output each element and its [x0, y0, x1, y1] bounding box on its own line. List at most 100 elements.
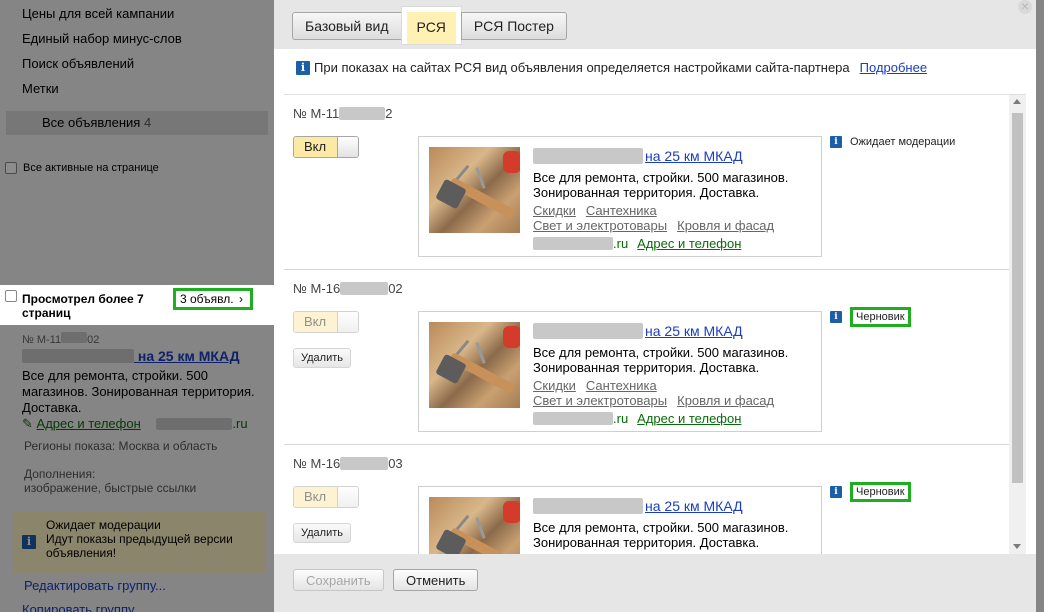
ad-group-row: Просмотрел более 7 страниц 3 объявл. ›	[0, 285, 274, 325]
status-badge: Черновик	[850, 307, 911, 327]
bg-ad-title[interactable]: на 25 км МКАД	[22, 348, 240, 364]
copy-group-link[interactable]: Копировать группу	[22, 602, 135, 612]
menu-item-tags[interactable]: Метки	[22, 81, 59, 96]
ad-toggle[interactable]: Вкл	[293, 311, 359, 333]
ad-number-suffix: 2	[385, 106, 393, 121]
toggle-knob	[337, 137, 358, 157]
bg-address-link[interactable]: Адрес и телефон	[37, 416, 141, 431]
tab-basic-view[interactable]: Базовый вид	[292, 12, 402, 40]
toggle-label: Вкл	[294, 312, 337, 332]
all-active-checkbox[interactable]	[5, 162, 17, 174]
scroll-up-arrow-icon[interactable]	[1013, 99, 1021, 104]
tab-rsya-poster[interactable]: РСЯ Постер	[460, 12, 567, 40]
ad-status: i Ожидает модерации	[830, 136, 955, 148]
bg-extras-label: Дополнения:	[24, 467, 96, 481]
toggle-label: Вкл	[294, 137, 337, 157]
ad-preview-card: на 25 км МКАД Все для ремонта, стройки. …	[418, 136, 822, 257]
ad-title-redacted	[533, 148, 643, 164]
ad-title[interactable]: на 25 км МКАД	[533, 148, 743, 164]
bg-moderation-title: Ожидает модерации	[46, 518, 161, 532]
save-button[interactable]: Сохранить	[293, 569, 384, 591]
ad-number: № M-11 2	[293, 106, 392, 121]
info-text: При показах на сайтах РСЯ вид объявления…	[314, 60, 850, 75]
domain-redacted	[533, 237, 613, 250]
scroll-down-arrow-icon[interactable]	[1013, 544, 1021, 549]
sitelink[interactable]: Скидки	[533, 203, 576, 218]
scroll-thumb[interactable]	[1012, 113, 1023, 483]
chevron-right-icon: ›	[238, 292, 243, 306]
tab-rsya[interactable]: РСЯ	[401, 7, 461, 44]
bg-ad-title-text: на 25 км МКАД	[137, 348, 240, 364]
ad-toggle[interactable]: Вкл	[293, 136, 359, 158]
info-icon: i	[830, 136, 842, 148]
delete-button[interactable]: Удалить	[293, 523, 351, 543]
ad-title[interactable]: на 25 км МКАД	[533, 498, 743, 514]
ad-preview-card: на 25 км МКАД Все для ремонта, стройки. …	[418, 311, 822, 432]
sitelinks: Скидки Сантехника Свет и электротовары Кро…	[533, 378, 784, 408]
ad-status: i Черновик	[830, 307, 911, 327]
domain-suffix: .ru	[613, 411, 629, 426]
delete-button[interactable]: Удалить	[293, 348, 351, 368]
sitelink[interactable]: Сантехника	[586, 378, 657, 393]
ad-preview-card: на 25 км МКАД Все для ремонта, стройки. …	[418, 486, 822, 554]
bg-moderation-text: Идут показы предыдущей версии объявления…	[46, 532, 233, 560]
info-icon: i	[830, 311, 842, 323]
bg-ad-contacts: ✎ Адрес и телефон .ru	[22, 416, 248, 432]
all-ads-label: Все объявления	[42, 115, 141, 130]
ad-row: № M-16 03 Вкл Удалить на 25 км МКАД Все д…	[284, 445, 1009, 554]
group-checkbox[interactable]	[5, 290, 17, 302]
ad-domain-row: .ru Адрес и телефон	[533, 236, 741, 251]
menu-item-search-ads[interactable]: Поиск объявлений	[22, 56, 134, 71]
address-link[interactable]: Адрес и телефон	[637, 236, 741, 251]
info-icon: i	[22, 535, 36, 549]
ad-number: № M-16 02	[293, 281, 403, 296]
scrollbar[interactable]	[1009, 95, 1026, 554]
ad-row: № M-11 2 Вкл на 25 км МКАД Все для ремонт…	[284, 95, 1009, 270]
ad-number-prefix: № M-11	[293, 106, 340, 121]
ad-number-redacted	[340, 457, 389, 470]
bg-extras-value: изображение, быстрые ссылки	[24, 481, 197, 495]
status-badge: Черновик	[850, 482, 911, 502]
all-ads-count: 4	[143, 115, 152, 130]
background-right-edge	[1036, 0, 1044, 612]
ad-toggle[interactable]: Вкл	[293, 486, 359, 508]
info-icon: i	[830, 486, 842, 498]
sitelink[interactable]: Скидки	[533, 378, 576, 393]
dialog-header: Базовый вид РСЯ РСЯ Постер	[274, 0, 1036, 49]
hammer-tools-image	[429, 147, 520, 233]
ad-row: № M-16 02 Вкл Удалить на 25 км МКАД Все д…	[284, 270, 1009, 445]
all-active-label: Все активные на странице	[23, 162, 159, 174]
group-ad-count-button[interactable]: 3 объявл. ›	[173, 288, 253, 310]
bg-extras: Дополнения: изображение, быстрые ссылки	[24, 467, 196, 495]
ad-title-redacted	[533, 323, 643, 339]
more-info-link[interactable]: Подробнее	[860, 60, 927, 75]
bg-moderation-notice: i Ожидает модерации Идут показы предыдущ…	[13, 511, 266, 573]
address-link[interactable]: Адрес и телефон	[637, 411, 741, 426]
menu-item-negative-keywords[interactable]: Единый набор минус-слов	[22, 31, 182, 46]
domain-redacted	[533, 412, 613, 425]
ad-number-redacted	[339, 107, 386, 120]
bg-ad-text: Все для ремонта, стройки. 500 магазинов.…	[22, 368, 255, 415]
hammer-tools-image	[429, 322, 520, 408]
ad-title-text: на 25 км МКАД	[645, 148, 743, 164]
menu-item-prices[interactable]: Цены для всей кампании	[22, 6, 174, 21]
toggle-label: Вкл	[294, 487, 337, 507]
sitelink[interactable]: Кровля и фасад	[677, 393, 774, 408]
cancel-button[interactable]: Отменить	[393, 569, 479, 591]
close-icon[interactable]: ×	[1018, 0, 1032, 14]
bg-ad-number: № M-11 02	[22, 332, 99, 346]
ad-title-text: на 25 км МКАД	[645, 323, 743, 339]
pencil-icon: ✎	[22, 416, 33, 431]
sitelink[interactable]: Свет и электротовары	[533, 393, 667, 408]
dialog-footer: Сохранить Отменить	[274, 554, 1036, 612]
ad-title[interactable]: на 25 км МКАД	[533, 323, 743, 339]
all-ads-filter[interactable]: Все объявления 4	[6, 111, 268, 135]
sitelink[interactable]: Кровля и фасад	[677, 218, 774, 233]
sitelink[interactable]: Свет и электротовары	[533, 218, 667, 233]
edit-group-link[interactable]: Редактировать группу...	[24, 578, 166, 593]
ad-number-prefix: № M-16	[293, 456, 341, 471]
hammer-tools-image	[429, 497, 520, 554]
sitelink[interactable]: Сантехника	[586, 203, 657, 218]
ad-title-redacted	[533, 498, 643, 514]
toggle-knob	[337, 487, 358, 507]
